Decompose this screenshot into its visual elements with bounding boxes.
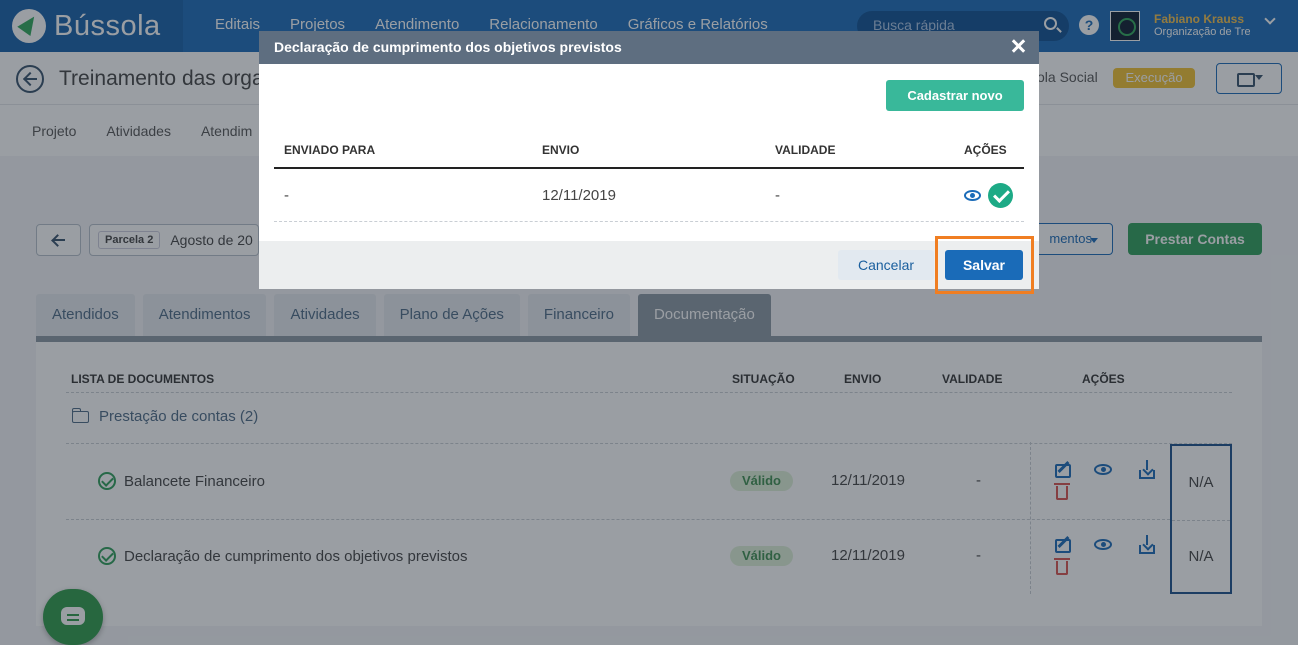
header-underline [274, 167, 1024, 169]
row-divider [274, 221, 1024, 222]
eye-icon[interactable] [964, 190, 981, 201]
modal-title: Declaração de cumprimento dos objetivos … [274, 39, 622, 55]
enviado-para-value: - [284, 187, 289, 204]
save-button-highlight [935, 236, 1034, 294]
modal-header: Declaração de cumprimento dos objetivos … [259, 31, 1039, 64]
col-enviado-para: ENVIADO PARA [284, 143, 376, 157]
col-validade: VALIDADE [775, 143, 836, 157]
col-acoes: AÇÕES [964, 143, 1007, 157]
check-circle-icon[interactable] [988, 183, 1013, 208]
col-envio: ENVIO [542, 143, 580, 157]
cadastrar-novo-button[interactable]: Cadastrar novo [886, 80, 1024, 111]
declaration-modal: Declaração de cumprimento dos objetivos … [259, 31, 1039, 294]
validade-value: - [775, 187, 780, 204]
cancel-button[interactable]: Cancelar [838, 250, 934, 280]
close-icon[interactable] [1011, 39, 1025, 53]
envio-date: 12/11/2019 [542, 187, 616, 204]
